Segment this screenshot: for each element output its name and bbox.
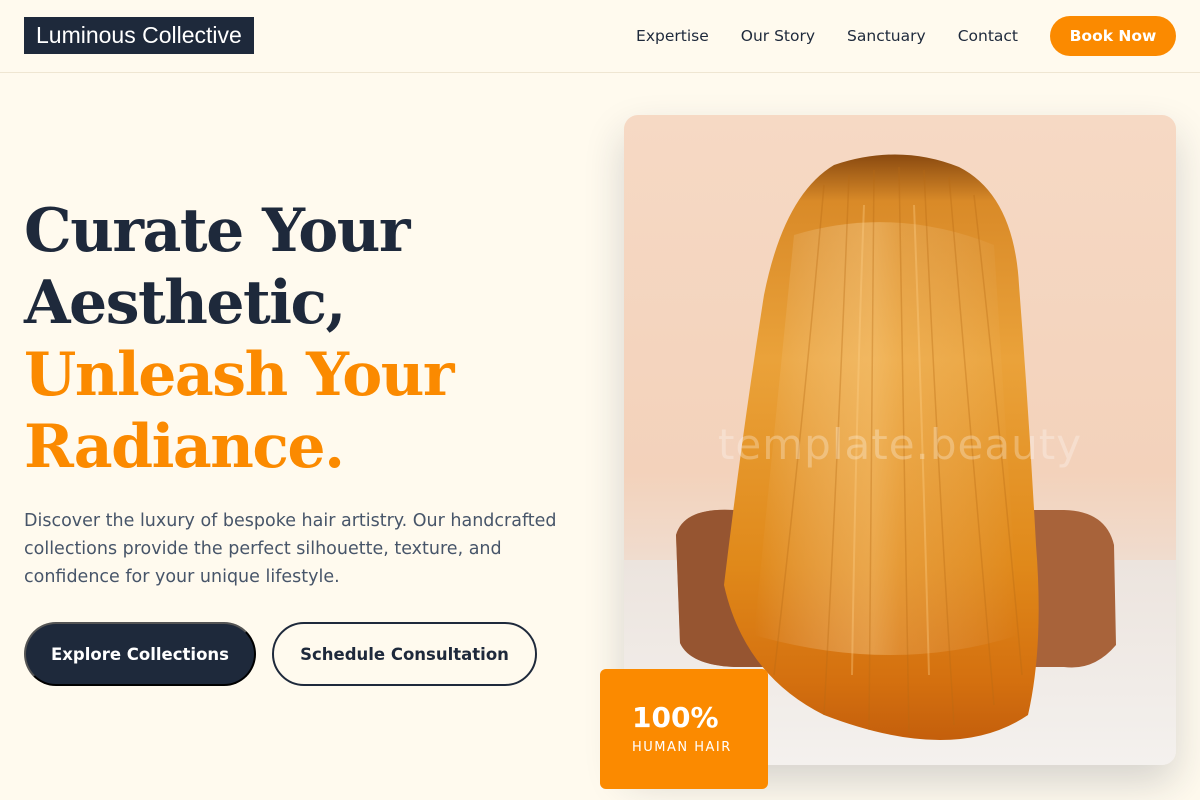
explore-collections-button[interactable]: Explore Collections [24,622,256,686]
main-nav: Expertise Our Story Sanctuary Contact Bo… [636,16,1176,56]
stat-label: HUMAN HAIR [632,740,732,755]
nav-link-contact[interactable]: Contact [958,27,1018,45]
landing-page: Luminous Collective Expertise Our Story … [0,0,1200,800]
headline-line-1: Curate Your [24,196,411,266]
human-hair-stat-badge: 100% HUMAN HAIR [600,669,768,789]
book-now-button[interactable]: Book Now [1050,16,1176,56]
headline-line-2: Aesthetic, [24,268,346,338]
brand-logo[interactable]: Luminous Collective [24,17,254,54]
headline-line-4: Radiance. [24,412,345,482]
headline-line-3: Unleash Your [24,340,454,410]
hero-image-hair-wig: template.beauty [624,115,1176,765]
nav-link-expertise[interactable]: Expertise [636,27,709,45]
image-watermark: template.beauty [717,420,1083,469]
hero-headline: Curate Your Aesthetic, Unleash Your Radi… [24,195,584,483]
nav-link-sanctuary[interactable]: Sanctuary [847,27,926,45]
stat-value: 100% [632,701,719,734]
schedule-consultation-button[interactable]: Schedule Consultation [272,622,537,686]
site-header: Luminous Collective Expertise Our Story … [0,0,1200,73]
nav-link-our-story[interactable]: Our Story [741,27,815,45]
hero-description: Discover the luxury of bespoke hair arti… [24,511,557,587]
